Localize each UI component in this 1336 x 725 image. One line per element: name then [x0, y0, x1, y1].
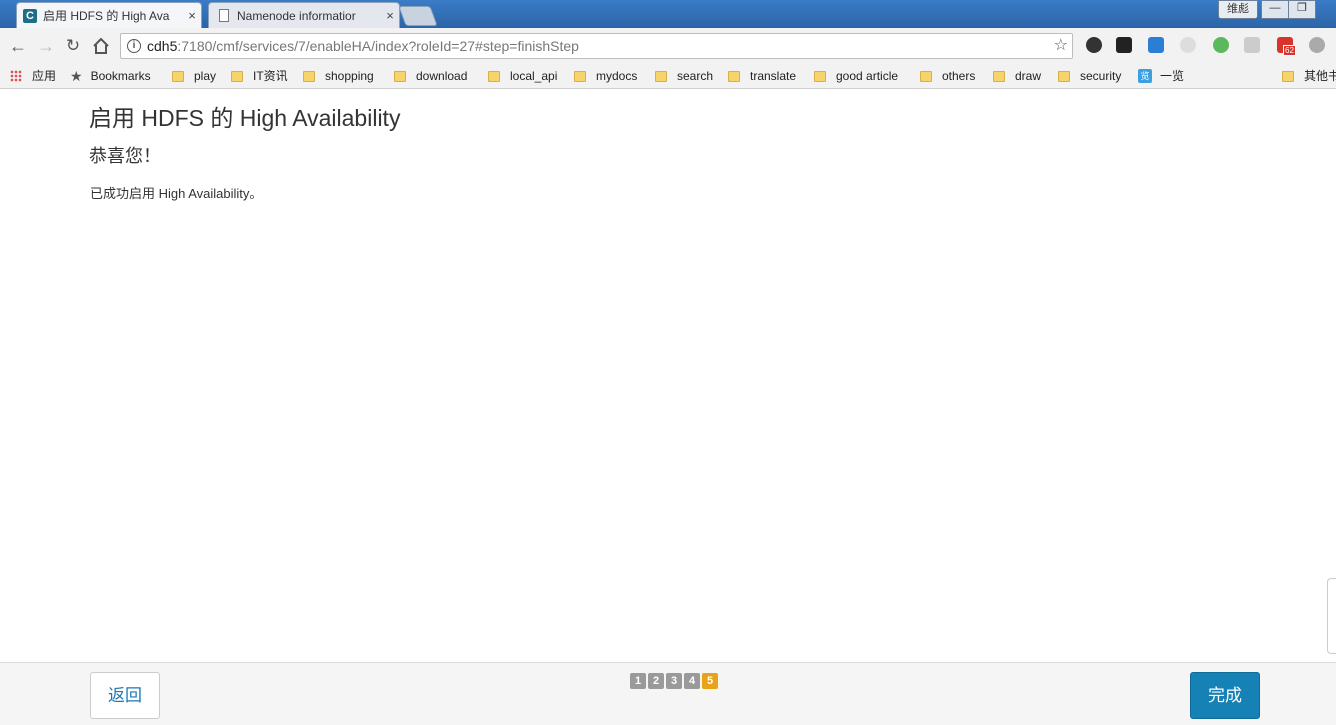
extension-badge: 62 [1283, 45, 1296, 56]
reload-icon[interactable]: ↻ [63, 36, 83, 56]
folder-icon [394, 70, 406, 82]
folder-icon [1282, 70, 1294, 82]
finish-button[interactable]: 完成 [1190, 672, 1260, 719]
bookmark-folder-good-article[interactable]: good article [814, 68, 898, 84]
wizard-step-1[interactable]: 1 [630, 673, 646, 689]
translate-extension-icon[interactable] [1148, 37, 1164, 53]
bookmark-folder-local-api[interactable]: local_api [488, 68, 557, 84]
bookmark-star-icon[interactable]: ☆ [1054, 34, 1068, 58]
reader-extension-icon[interactable] [1244, 37, 1260, 53]
new-tab-button[interactable] [398, 6, 438, 26]
window-user-badge[interactable]: 维彪 [1218, 0, 1258, 19]
dark-extension-icon[interactable] [1116, 37, 1132, 53]
tab-namenode-information[interactable]: Namenode informatior × [208, 2, 400, 28]
folder-icon [920, 70, 932, 82]
wizard-step-2[interactable]: 2 [648, 673, 664, 689]
bookmark-folder-security[interactable]: security [1058, 68, 1121, 84]
bookmark-apps[interactable]: 应用 [10, 68, 56, 84]
tab-enable-ha[interactable]: C 启用 HDFS 的 High Ava × [16, 2, 202, 28]
back-arrow-icon[interactable]: ← [8, 36, 28, 56]
bookmark-folder-search[interactable]: search [655, 68, 713, 84]
evernote-extension-icon[interactable] [1086, 37, 1102, 53]
apps-grid-icon [10, 70, 22, 82]
folder-icon [303, 70, 315, 82]
bookmark-folder-others[interactable]: others [920, 68, 975, 84]
forward-arrow-icon[interactable]: → [36, 36, 56, 56]
minimize-button[interactable]: — [1261, 0, 1289, 19]
bookmark-folder-other-bookmarks[interactable]: 其他书 [1282, 68, 1336, 84]
close-icon[interactable]: × [381, 8, 399, 23]
bookmark-folder-it[interactable]: IT资讯 [231, 68, 288, 84]
back-button[interactable]: 返回 [90, 672, 160, 719]
info-icon[interactable]: i [127, 39, 141, 53]
bookmark-folder-translate[interactable]: translate [728, 68, 796, 84]
folder-icon [993, 70, 1005, 82]
tab-label: 启用 HDFS 的 High Ava [43, 9, 170, 23]
folder-icon [655, 70, 667, 82]
star-icon: ★ [70, 68, 83, 84]
bookmark-bookmarks[interactable]: ★ Bookmarks [70, 68, 151, 84]
folder-icon [814, 70, 826, 82]
leaf-extension-icon[interactable] [1213, 37, 1229, 53]
wizard-footer: 返回 1 2 3 4 5 完成 [0, 662, 1336, 725]
bookmark-folder-play[interactable]: play [172, 68, 216, 84]
wizard-step-indicator: 1 2 3 4 5 [630, 673, 718, 689]
close-icon[interactable]: × [183, 8, 201, 23]
success-message: 已成功启用 High Availability。 [90, 186, 263, 201]
tab-label: Namenode informatior [237, 8, 356, 23]
home-icon[interactable] [91, 36, 111, 56]
page-title: 启用 HDFS 的 High Availability [89, 105, 401, 131]
document-favicon-icon [219, 9, 229, 22]
browser-title-bar: C 启用 HDFS 的 High Ava × Namenode informat… [0, 0, 1336, 28]
bookmark-folder-download[interactable]: download [394, 68, 467, 84]
congratulations-heading: 恭喜您！ [89, 146, 161, 166]
bookmark-folder-mydocs[interactable]: mydocs [574, 68, 637, 84]
folder-icon [1058, 70, 1070, 82]
side-feedback-tab[interactable] [1327, 578, 1336, 654]
address-url: cdh5:7180/cmf/services/7/enableHA/index?… [147, 38, 579, 54]
folder-icon [574, 70, 586, 82]
red-extension-icon[interactable]: 62 [1277, 37, 1296, 56]
bookmarks-bar: 应用 ★ Bookmarks play IT资讯 shopping downloa… [0, 64, 1336, 89]
wizard-step-3[interactable]: 3 [666, 673, 682, 689]
wizard-step-4[interactable]: 4 [684, 673, 700, 689]
bookmark-folder-shopping[interactable]: shopping [303, 68, 374, 84]
address-bar[interactable]: i cdh5:7180/cmf/services/7/enableHA/inde… [120, 33, 1073, 59]
blue-app-icon: 览 [1138, 69, 1152, 83]
folder-icon [231, 70, 243, 82]
cloudera-favicon-icon: C [23, 8, 37, 23]
browser-toolbar: ← → ↻ i cdh5:7180/cmf/services/7/enableH… [0, 28, 1336, 64]
bird-extension-icon[interactable] [1180, 37, 1196, 53]
bookmark-yilan[interactable]: 览一览 [1138, 68, 1184, 84]
restore-button[interactable]: ❐ [1288, 0, 1316, 19]
folder-icon [172, 70, 184, 82]
gray-extension-icon[interactable] [1309, 37, 1325, 53]
folder-icon [488, 70, 500, 82]
folder-icon [728, 70, 740, 82]
wizard-step-5-current[interactable]: 5 [702, 673, 718, 689]
bookmark-folder-draw[interactable]: draw [993, 68, 1041, 84]
